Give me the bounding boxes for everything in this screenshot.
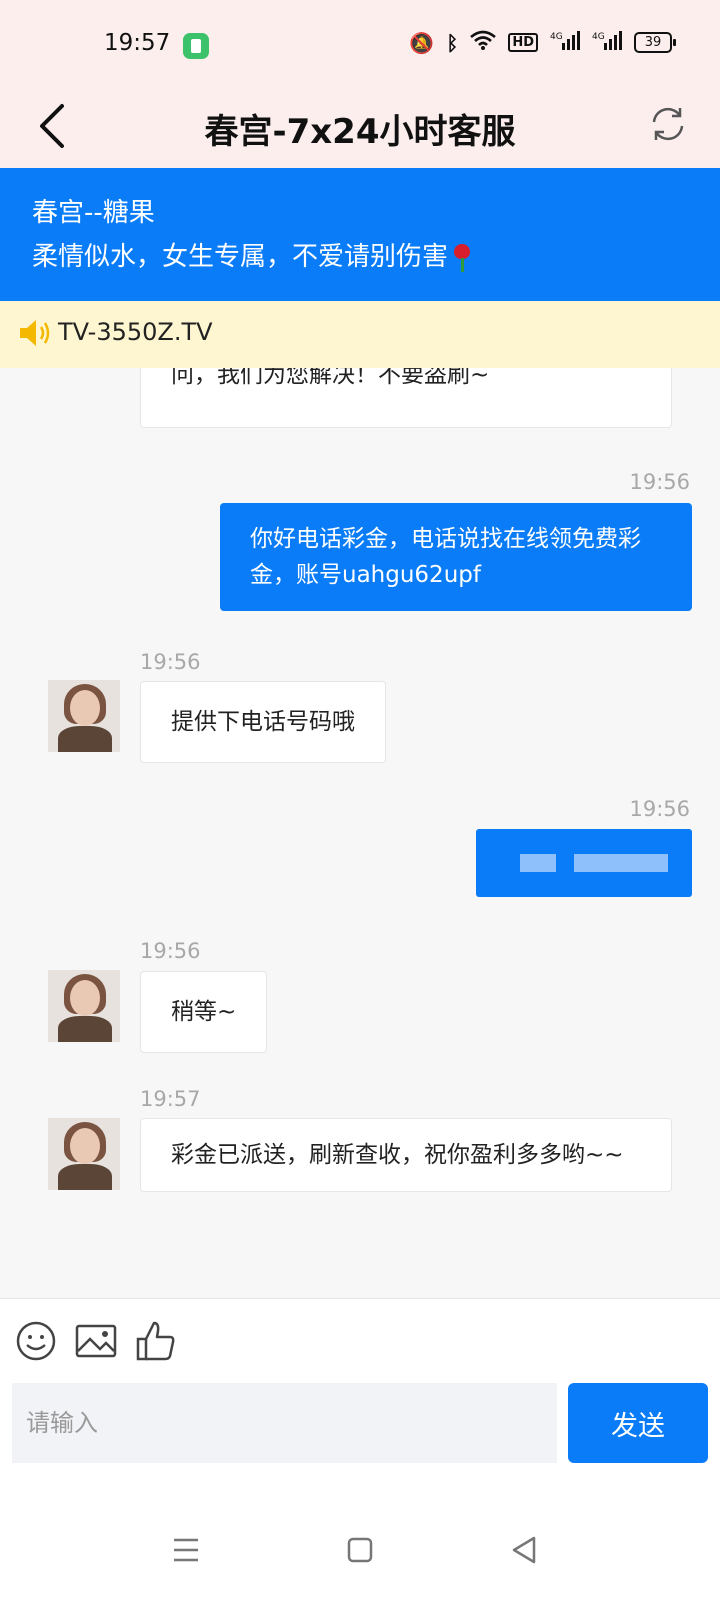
rose-icon — [452, 243, 472, 272]
message-timestamp: 19:56 — [629, 470, 690, 494]
emoji-icon[interactable] — [14, 1319, 58, 1363]
system-nav-bar — [0, 1520, 720, 1600]
message-timestamp: 19:57 — [140, 1087, 201, 1111]
speaker-icon — [20, 320, 50, 346]
svg-text:4G: 4G — [592, 32, 605, 42]
blurred-message-bubble — [476, 829, 692, 897]
message-bubble: 提供下电话号码哦 — [140, 681, 386, 763]
status-icons: 🔕 ᛒ HD 4G 4G 39 — [409, 30, 676, 55]
avatar[interactable] — [48, 970, 120, 1042]
menu-icon[interactable] — [166, 1530, 206, 1570]
agent-description-row: 柔情似水，女生专属，不爱请别伤害 — [32, 236, 472, 273]
message-bubble-outgoing: 你好电话彩金，电话说找在线领免费彩金，账号uahgu62upf — [220, 503, 692, 611]
svg-text:4G: 4G — [550, 32, 563, 42]
avatar[interactable] — [48, 680, 120, 752]
back-arrow-icon[interactable] — [28, 98, 84, 154]
message-timestamp: 19:56 — [629, 797, 690, 821]
message-bubble: 彩金已派送，刷新查收，祝你盈利多多哟~~ — [140, 1118, 672, 1192]
back-icon[interactable] — [504, 1530, 544, 1570]
signal-icon-1: 4G — [550, 30, 580, 55]
avatar[interactable] — [48, 1118, 120, 1190]
agent-description: 柔情似水，女生专属，不爱请别伤害 — [32, 242, 449, 272]
notice-text: TV-3550Z.TV — [58, 318, 213, 346]
battery-icon: 39 — [634, 32, 676, 53]
page-title: 春宫-7x24小时客服 — [204, 112, 516, 152]
refresh-icon[interactable] — [646, 102, 690, 146]
agent-banner: 春宫--糖果 柔情似水，女生专属，不爱请别伤害 — [0, 168, 720, 301]
image-icon[interactable] — [74, 1319, 118, 1363]
thumbs-up-icon[interactable] — [134, 1319, 178, 1363]
status-bar: 19:57 🔕 ᛒ HD 4G 4G 39 — [0, 0, 720, 84]
message-bubble: 稍等~ — [140, 971, 268, 1053]
wifi-icon — [470, 30, 497, 55]
signal-icon-2: 4G — [592, 30, 622, 55]
message-input[interactable] — [12, 1383, 557, 1463]
hd-icon: HD — [508, 33, 538, 52]
title-bar: 春宫-7x24小时客服 — [0, 84, 720, 168]
home-icon[interactable] — [340, 1530, 380, 1570]
send-button[interactable]: 发送 — [568, 1383, 708, 1463]
message-timestamp: 19:56 — [140, 650, 201, 674]
chat-messages[interactable]: 问，我们为您解决！不要盗刷~ 19:56 你好电话彩金，电话说找在线领免费彩金，… — [0, 368, 720, 1298]
app-notification-icon — [183, 33, 209, 59]
mute-icon: 🔕 — [409, 30, 435, 55]
message-bubble: 问，我们为您解决！不要盗刷~ — [140, 368, 672, 428]
agent-name: 春宫--糖果 — [32, 198, 155, 228]
message-timestamp: 19:56 — [140, 939, 201, 963]
status-time: 19:57 — [104, 30, 171, 56]
notice-bar[interactable]: TV-3550Z.TV — [0, 301, 720, 368]
bluetooth-icon: ᛒ — [446, 30, 459, 55]
